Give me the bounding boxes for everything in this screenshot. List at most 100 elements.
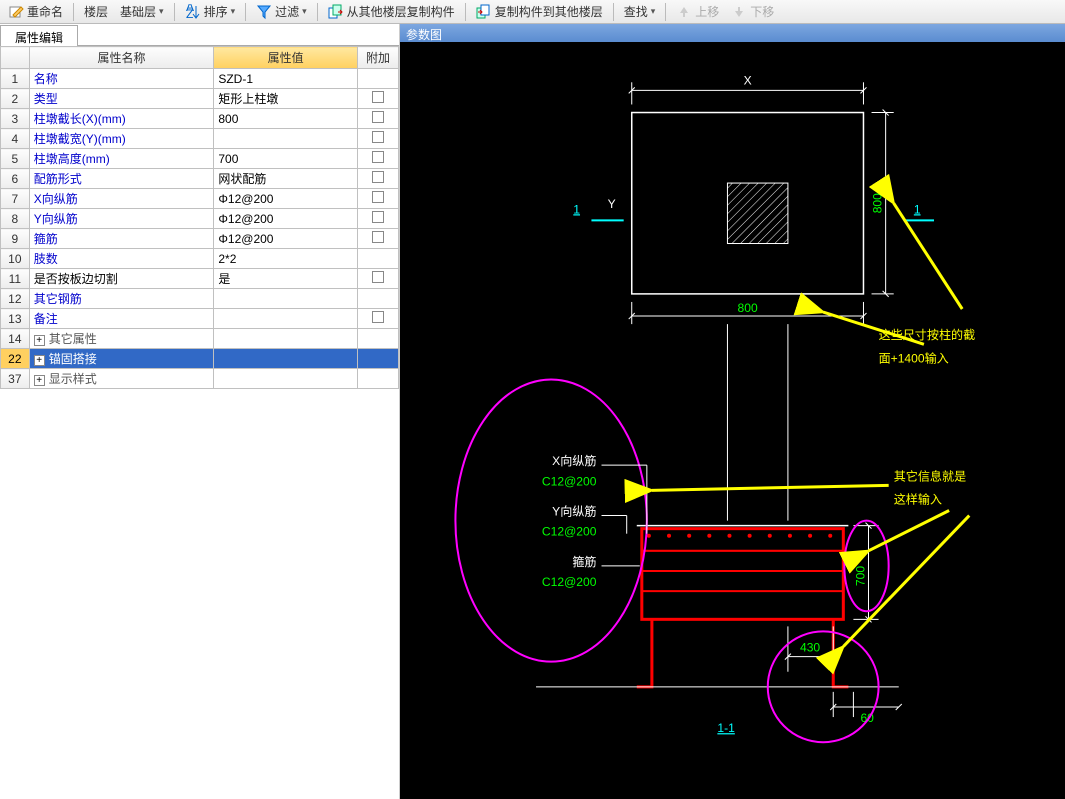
property-panel: 属性编辑 属性名称 属性值 附加 1 名称 SZD-1 2 类型 矩形上柱墩 3… (0, 24, 400, 799)
copy-from-label: 从其他楼层复制构件 (347, 3, 455, 20)
group-value (214, 369, 358, 389)
diagram-panel: 参数图 X (400, 24, 1065, 799)
property-row[interactable]: 6 配筋形式 网状配筋 (1, 169, 399, 189)
section-mark-left: 1 (573, 202, 580, 216)
prop-value[interactable]: SZD-1 (214, 69, 358, 89)
rownum: 3 (1, 109, 30, 129)
rownum: 11 (1, 269, 30, 289)
group-name[interactable]: +显示样式 (29, 369, 214, 389)
prop-value[interactable]: 800 (214, 109, 358, 129)
prop-value[interactable] (214, 129, 358, 149)
rownum: 12 (1, 289, 30, 309)
prop-value[interactable]: 矩形上柱墩 (214, 89, 358, 109)
property-group-row[interactable]: 22 +锚固搭接 (1, 349, 399, 369)
prop-add[interactable] (357, 189, 398, 209)
floor-value: 基础层 (120, 3, 156, 20)
checkbox[interactable] (372, 111, 384, 123)
prop-add[interactable] (357, 289, 398, 309)
tab-property-edit[interactable]: 属性编辑 (0, 25, 78, 46)
sort-icon: AZ (185, 4, 201, 20)
prop-name: 名称 (29, 69, 214, 89)
prop-add[interactable] (357, 89, 398, 109)
property-row[interactable]: 2 类型 矩形上柱墩 (1, 89, 399, 109)
property-group-row[interactable]: 37 +显示样式 (1, 369, 399, 389)
toolbar: 重命名 楼层 基础层 ▾ AZ 排序 ▾ 过滤 ▾ 从其他楼层复制构件 复制构件… (0, 0, 1065, 24)
property-row[interactable]: 3 柱墩截长(X)(mm) 800 (1, 109, 399, 129)
diagram-canvas: X Y 800 800 1 1 这些尺寸按柱的截 (400, 42, 1065, 788)
checkbox[interactable] (372, 311, 384, 323)
prop-value[interactable]: Φ12@200 (214, 189, 358, 209)
property-row[interactable]: 8 Y向纵筋 Φ12@200 (1, 209, 399, 229)
property-row[interactable]: 10 肢数 2*2 (1, 249, 399, 269)
expand-icon[interactable]: + (34, 355, 45, 366)
find-label: 查找 (624, 3, 648, 20)
prop-add[interactable] (357, 249, 398, 269)
prop-add[interactable] (357, 69, 398, 89)
checkbox[interactable] (372, 211, 384, 223)
expand-icon[interactable]: + (34, 375, 45, 386)
header-add: 附加 (357, 47, 398, 69)
property-row[interactable]: 13 备注 (1, 309, 399, 329)
prop-name: X向纵筋 (29, 189, 214, 209)
copy-to-label: 复制构件到其他楼层 (495, 3, 603, 20)
checkbox[interactable] (372, 231, 384, 243)
property-group-row[interactable]: 14 +其它属性 (1, 329, 399, 349)
checkbox[interactable] (372, 191, 384, 203)
prop-name: 备注 (29, 309, 214, 329)
filter-label: 过滤 (275, 3, 299, 20)
rownum: 2 (1, 89, 30, 109)
property-row[interactable]: 9 箍筋 Φ12@200 (1, 229, 399, 249)
prop-add[interactable] (357, 269, 398, 289)
group-add (357, 329, 398, 349)
prop-value[interactable]: 网状配筋 (214, 169, 358, 189)
group-value (214, 349, 358, 369)
checkbox[interactable] (372, 131, 384, 143)
prop-add[interactable] (357, 129, 398, 149)
property-row[interactable]: 11 是否按板边切割 是 (1, 269, 399, 289)
prop-value[interactable] (214, 309, 358, 329)
prop-add[interactable] (357, 109, 398, 129)
prop-value[interactable]: Φ12@200 (214, 209, 358, 229)
group-name[interactable]: +其它属性 (29, 329, 214, 349)
prop-value[interactable]: 700 (214, 149, 358, 169)
section-1-1: 1-1 (717, 721, 735, 735)
floor-select[interactable]: 基础层 ▾ (116, 3, 168, 20)
prop-value[interactable]: 2*2 (214, 249, 358, 269)
prop-add[interactable] (357, 169, 398, 189)
rename-button[interactable]: 重命名 (4, 3, 67, 20)
property-row[interactable]: 4 柱墩截宽(Y)(mm) (1, 129, 399, 149)
property-row[interactable]: 7 X向纵筋 Φ12@200 (1, 189, 399, 209)
copy-to-button[interactable]: 复制构件到其他楼层 (472, 3, 607, 20)
property-row[interactable]: 5 柱墩高度(mm) 700 (1, 149, 399, 169)
prop-add[interactable] (357, 209, 398, 229)
checkbox[interactable] (372, 171, 384, 183)
find-button[interactable]: 查找 ▾ (620, 3, 660, 20)
prop-value[interactable] (214, 289, 358, 309)
move-up-button: 上移 (672, 3, 723, 20)
sort-button[interactable]: AZ 排序 ▾ (181, 3, 240, 20)
property-grid[interactable]: 属性名称 属性值 附加 1 名称 SZD-1 2 类型 矩形上柱墩 3 柱墩截长… (0, 46, 399, 389)
expand-icon[interactable]: + (34, 335, 45, 346)
move-up-label: 上移 (695, 3, 719, 20)
arrow-down-icon (731, 4, 747, 20)
prop-add[interactable] (357, 309, 398, 329)
prop-add[interactable] (357, 149, 398, 169)
filter-icon (256, 4, 272, 20)
prop-add[interactable] (357, 229, 398, 249)
checkbox[interactable] (372, 91, 384, 103)
prop-value[interactable]: Φ12@200 (214, 229, 358, 249)
dim-width: 800 (738, 301, 758, 315)
prop-value[interactable]: 是 (214, 269, 358, 289)
filter-button[interactable]: 过滤 ▾ (252, 3, 311, 20)
prop-name: 配筋形式 (29, 169, 214, 189)
property-row[interactable]: 1 名称 SZD-1 (1, 69, 399, 89)
prop-name: Y向纵筋 (29, 209, 214, 229)
property-row[interactable]: 12 其它钢筋 (1, 289, 399, 309)
copy-from-button[interactable]: 从其他楼层复制构件 (324, 3, 459, 20)
arrow-up-icon (676, 4, 692, 20)
checkbox[interactable] (372, 271, 384, 283)
rownum: 7 (1, 189, 30, 209)
rownum: 6 (1, 169, 30, 189)
group-name[interactable]: +锚固搭接 (29, 349, 214, 369)
checkbox[interactable] (372, 151, 384, 163)
